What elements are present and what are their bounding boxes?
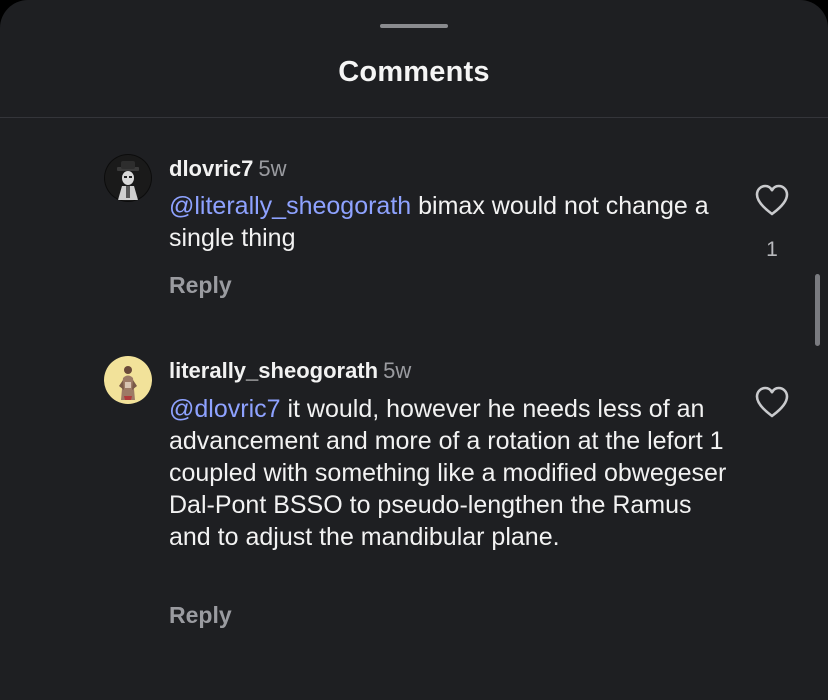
comment-username[interactable]: dlovric7: [169, 156, 253, 181]
reply-button[interactable]: Reply: [169, 272, 232, 299]
scrollbar[interactable]: [815, 274, 820, 346]
heart-icon: [755, 184, 789, 216]
yellow-figure-avatar-icon: [104, 356, 152, 404]
heart-icon: [755, 386, 789, 418]
header-divider: [0, 117, 828, 118]
reply-button[interactable]: Reply: [169, 602, 232, 629]
avatar[interactable]: [104, 154, 152, 202]
comment-text: @literally_sheogorath bimax would not ch…: [169, 190, 739, 254]
like-count: 1: [766, 238, 778, 261]
comment-meta: literally_sheogorath 5w: [169, 358, 411, 384]
like-button[interactable]: [754, 183, 790, 217]
comments-sheet: Comments dlovric7 5w @literally_sheogorat…: [0, 0, 828, 700]
sheet-title: Comments: [338, 56, 490, 88]
mention-link[interactable]: @literally_sheogorath: [169, 192, 411, 220]
comment-meta: dlovric7 5w: [169, 156, 287, 182]
comment-time: 5w: [383, 358, 412, 383]
drag-handle[interactable]: [380, 24, 448, 28]
comment-time: 5w: [258, 156, 287, 181]
comment-username[interactable]: literally_sheogorath: [169, 358, 378, 383]
avatar[interactable]: [104, 356, 152, 404]
dark-hat-figure-avatar-icon: [104, 154, 152, 202]
mention-link[interactable]: @dlovric7: [169, 395, 281, 423]
like-button[interactable]: [754, 385, 790, 419]
comment-text: @dlovric7 it would, however he needs les…: [169, 393, 739, 553]
